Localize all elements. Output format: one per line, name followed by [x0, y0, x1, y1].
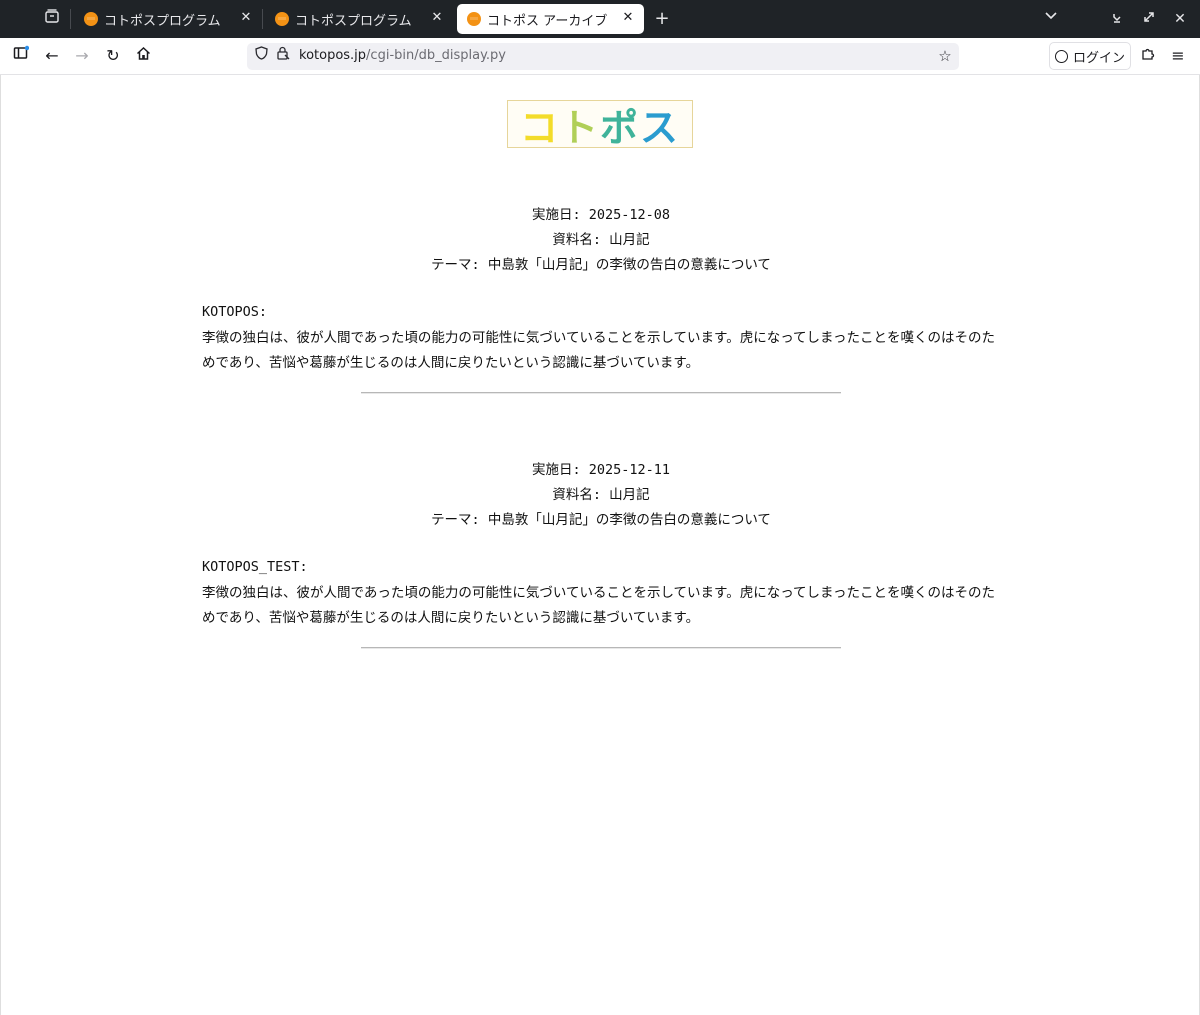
- back-icon[interactable]: ←: [41, 45, 63, 67]
- app-menu-icon[interactable]: ≡: [1167, 45, 1189, 67]
- close-tab-icon[interactable]: ✕: [238, 10, 254, 25]
- new-tab-icon[interactable]: +: [651, 8, 673, 30]
- maximize-window-icon[interactable]: [1138, 8, 1160, 30]
- entry-meta: 実施日: 2025-12-11 資料名: 山月記 テーマ: 中島敦「山月記」の李…: [1, 458, 1200, 533]
- entry-author: KOTOPOS:: [202, 304, 268, 320]
- tab-kotopos-archive[interactable]: コトポス アーカイブ ✕: [457, 4, 644, 34]
- favicon-icon: [467, 12, 481, 26]
- entry-material: 資料名: 山月記: [552, 232, 650, 248]
- favicon-icon: [275, 12, 289, 26]
- account-icon: [1054, 49, 1068, 63]
- tracking-protection-shield-icon[interactable]: [251, 46, 271, 66]
- archive-entry: 実施日: 2025-12-08 資料名: 山月記 テーマ: 中島敦「山月記」の李…: [1, 203, 1200, 371]
- tab-bar: コトポスプログラム ✕ コトポスプログラム ✕ コトポス アーカイブ ✕ + ✕: [0, 0, 1200, 38]
- favicon-icon: [84, 12, 98, 26]
- url-text[interactable]: kotopos.jp/cgi-bin/db_display.py: [299, 48, 506, 63]
- home-icon[interactable]: [132, 45, 154, 67]
- forward-icon[interactable]: →: [71, 45, 93, 67]
- bookmark-star-icon[interactable]: ☆: [935, 46, 955, 66]
- tab-separator: [70, 9, 71, 29]
- archive-entry: 実施日: 2025-12-11 資料名: 山月記 テーマ: 中島敦「山月記」の李…: [1, 458, 1200, 626]
- login-label: ログイン: [1072, 50, 1125, 66]
- minimize-window-icon[interactable]: [1106, 8, 1128, 30]
- reload-icon[interactable]: ↻: [102, 45, 124, 67]
- logo-char: ス: [640, 105, 681, 150]
- tab-kotopos-program-1[interactable]: コトポスプログラム ✕: [74, 4, 262, 34]
- close-tab-icon[interactable]: ✕: [620, 10, 636, 25]
- extensions-icon[interactable]: [1137, 45, 1159, 67]
- close-window-icon[interactable]: ✕: [1169, 8, 1191, 30]
- site-info-lock-icon[interactable]: [273, 46, 293, 66]
- tab-kotopos-program-2[interactable]: コトポスプログラム ✕: [265, 4, 453, 34]
- logo-char: コ: [519, 105, 560, 150]
- tab-title: コトポスプログラム: [104, 13, 221, 29]
- logo-char: ト: [559, 105, 600, 150]
- entry-divider: [361, 647, 841, 649]
- page-content: コトポス 実施日: 2025-12-08 資料名: 山月記 テーマ: 中島敦「山…: [0, 75, 1200, 1015]
- entry-theme: テーマ: 中島敦「山月記」の李徴の告白の意義について: [431, 257, 771, 273]
- close-tab-icon[interactable]: ✕: [429, 10, 445, 25]
- url-host: kotopos.jp: [299, 48, 367, 63]
- logo-char: ポ: [600, 105, 641, 150]
- tab-title: コトポス アーカイブ: [487, 13, 608, 29]
- tab-separator: [262, 9, 263, 29]
- entry-date: 実施日: 2025-12-08: [531, 207, 671, 223]
- tab-manager-icon[interactable]: [41, 8, 63, 30]
- navigation-toolbar: ← → ↻ kotopos.jp/cgi-bin/db_display.py ☆…: [0, 38, 1200, 75]
- entry-date: 実施日: 2025-12-11: [531, 462, 671, 478]
- entry-material: 資料名: 山月記: [552, 487, 650, 503]
- tab-title: コトポスプログラム: [295, 13, 412, 29]
- entry-body: 李徴の独白は、彼が人間であった頃の能力の可能性に気づいていることを示しています。…: [202, 330, 995, 371]
- entry-author: KOTOPOS_TEST:: [202, 559, 308, 575]
- url-path: /cgi-bin/db_display.py: [366, 48, 506, 63]
- login-button[interactable]: ログイン: [1049, 42, 1131, 70]
- url-bar[interactable]: kotopos.jp/cgi-bin/db_display.py ☆: [247, 43, 959, 70]
- list-all-tabs-icon[interactable]: [1040, 8, 1062, 30]
- kotopos-logo: コトポス: [507, 100, 693, 150]
- entry-meta: 実施日: 2025-12-08 資料名: 山月記 テーマ: 中島敦「山月記」の李…: [1, 203, 1200, 278]
- sidebar-icon[interactable]: [10, 45, 32, 67]
- entry-theme: テーマ: 中島敦「山月記」の李徴の告白の意義について: [431, 512, 771, 528]
- entry-body: 李徴の独白は、彼が人間であった頃の能力の可能性に気づいていることを示しています。…: [202, 585, 995, 626]
- entry-divider: [361, 392, 841, 394]
